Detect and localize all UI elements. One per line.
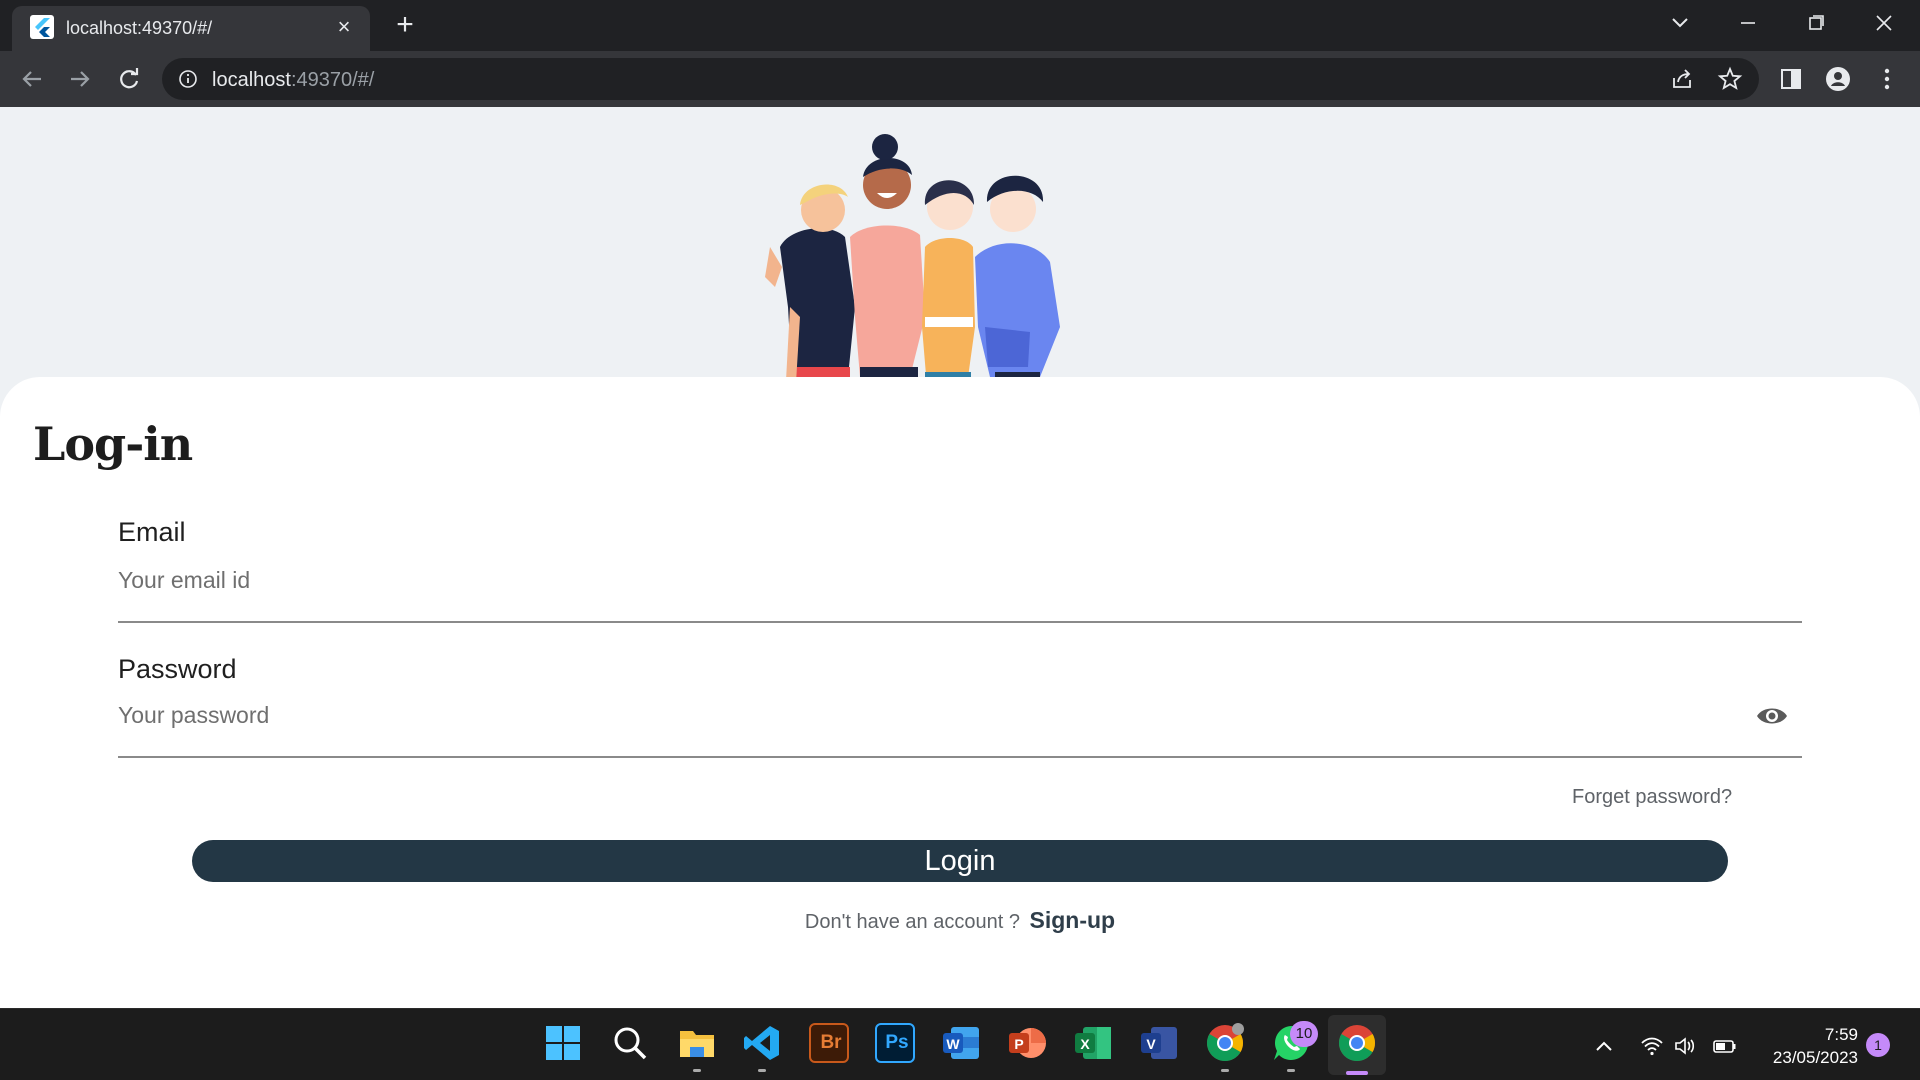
visio-icon[interactable]: V <box>1139 1023 1179 1063</box>
notification-count-badge[interactable]: 1 <box>1866 1033 1890 1057</box>
bookmark-star-icon[interactable] <box>1717 66 1743 92</box>
minimize-icon[interactable] <box>1730 8 1766 38</box>
browser-toolbar: localhost:49370/#/ <box>0 51 1920 107</box>
password-label: Password <box>118 654 237 684</box>
active-app-indicator <box>1346 1071 1368 1075</box>
side-panel-icon[interactable] <box>1778 66 1804 92</box>
running-indicator <box>758 1069 766 1072</box>
page-title: Log-in <box>33 417 193 471</box>
tray-chevron-up-icon[interactable] <box>1592 1035 1616 1057</box>
system-clock[interactable]: 7:59 23/05/2023 <box>1752 1023 1858 1069</box>
tab-title: localhost:49370/#/ <box>66 18 213 38</box>
svg-text:V: V <box>1146 1036 1156 1052</box>
browser-tabstrip: localhost:49370/#/ × + <box>0 0 1920 51</box>
share-icon[interactable] <box>1669 66 1695 92</box>
search-icon[interactable] <box>610 1023 650 1063</box>
browser-tab[interactable]: localhost:49370/#/ × <box>12 6 370 51</box>
battery-icon[interactable] <box>1713 1035 1737 1057</box>
clock-time: 7:59 <box>1824 1025 1858 1044</box>
whatsapp-unread-badge: 10 <box>1290 1021 1318 1047</box>
signup-row: Don't have an account ? Sign-up <box>0 907 1920 934</box>
restore-icon[interactable] <box>1798 8 1834 38</box>
password-underline <box>118 756 1802 758</box>
running-indicator <box>693 1069 701 1072</box>
clock-date: 23/05/2023 <box>1772 1048 1858 1067</box>
vs-code-icon[interactable] <box>742 1023 782 1063</box>
close-window-icon[interactable] <box>1866 8 1902 38</box>
login-card: Log-in Email Password Forget password? L… <box>0 377 1920 1008</box>
email-label: Email <box>118 517 186 547</box>
word-icon[interactable]: W <box>941 1023 981 1063</box>
windows-taskbar: Br Ps W P X V 10 7:59 23/05/2023 1 <box>0 1008 1920 1080</box>
wifi-icon[interactable] <box>1640 1035 1664 1057</box>
reload-icon[interactable] <box>114 64 144 94</box>
running-indicator <box>1221 1069 1229 1072</box>
svg-text:P: P <box>1014 1036 1023 1052</box>
profile-avatar-icon[interactable] <box>1825 66 1851 92</box>
chrome-profile-icon[interactable] <box>1205 1023 1245 1063</box>
email-underline <box>118 621 1802 623</box>
signup-link[interactable]: Sign-up <box>1030 907 1116 933</box>
excel-icon[interactable]: X <box>1073 1023 1113 1063</box>
login-button[interactable]: Login <box>192 840 1728 882</box>
url-path: :49370/#/ <box>290 69 375 91</box>
forward-arrow-icon[interactable] <box>65 64 95 94</box>
menu-kebab-icon[interactable] <box>1874 66 1900 92</box>
svg-text:W: W <box>946 1036 960 1052</box>
address-bar[interactable]: localhost:49370/#/ <box>162 58 1759 100</box>
volume-icon[interactable] <box>1673 1035 1697 1057</box>
password-field[interactable] <box>118 692 1802 738</box>
site-info-icon[interactable] <box>178 69 198 89</box>
tab-close-icon[interactable]: × <box>332 15 356 39</box>
friends-group-illustration <box>760 127 1160 399</box>
adobe-bridge-icon[interactable]: Br <box>809 1023 849 1063</box>
tab-search-chevron-icon[interactable] <box>1662 8 1698 38</box>
new-tab-icon[interactable]: + <box>390 10 420 40</box>
forget-password-link[interactable]: Forget password? <box>1572 786 1732 809</box>
page-viewport: Log-in Email Password Forget password? L… <box>0 107 1920 1008</box>
url-host: localhost <box>212 69 291 91</box>
flutter-favicon-icon <box>30 15 54 39</box>
photoshop-icon[interactable]: Ps <box>875 1023 915 1063</box>
url-text: localhost:49370/#/ <box>212 69 374 92</box>
back-arrow-icon[interactable] <box>17 64 47 94</box>
running-indicator <box>1287 1069 1295 1072</box>
svg-text:X: X <box>1080 1036 1090 1052</box>
file-explorer-icon[interactable] <box>677 1023 717 1063</box>
signup-prompt: Don't have an account ? <box>804 911 1020 933</box>
chrome-active-icon[interactable] <box>1337 1023 1377 1063</box>
email-field[interactable] <box>118 557 1802 603</box>
show-password-eye-icon[interactable] <box>1755 703 1789 729</box>
windows-start-icon[interactable] <box>543 1023 583 1063</box>
powerpoint-icon[interactable]: P <box>1007 1023 1047 1063</box>
